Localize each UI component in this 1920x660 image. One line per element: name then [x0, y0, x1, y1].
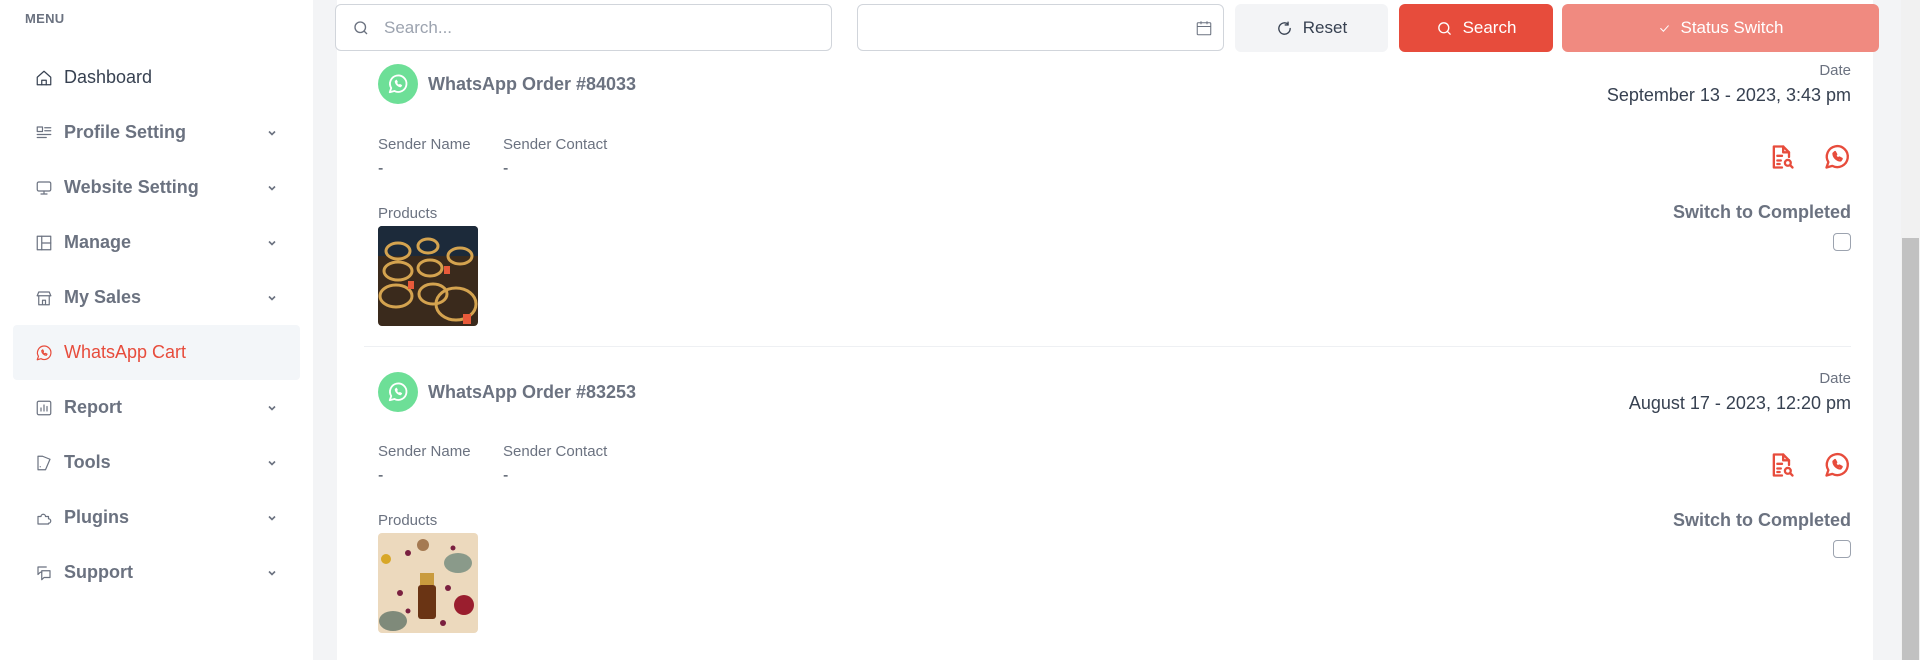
order-date: September 13 - 2023, 3:43 pm [1606, 85, 1851, 105]
sidebar-item-profile-setting[interactable]: Profile Setting [13, 105, 300, 160]
search-field[interactable] [335, 4, 832, 51]
search-input[interactable] [384, 17, 804, 38]
chevron-down-icon [266, 182, 278, 194]
view-invoice-icon[interactable] [1768, 143, 1796, 171]
orders-card: WhatsApp Order #84033 Sender Name - Send… [337, 0, 1873, 660]
sidebar-item-label: Support [64, 562, 133, 582]
chevron-down-icon [266, 512, 278, 524]
chevron-down-icon [266, 457, 278, 469]
order-date: August 17 - 2023, 12:20 pm [1628, 393, 1851, 413]
date-label: Date [1819, 62, 1851, 79]
puzzle-icon [35, 509, 53, 527]
home-icon [35, 69, 53, 87]
order-title: WhatsApp Order #83253 [428, 382, 637, 402]
search-icon [1437, 21, 1451, 35]
sidebar-item-label: Plugins [64, 507, 130, 527]
layout-icon [35, 234, 53, 252]
filter-toolbar: Reset Search Status Switch [0, 0, 1900, 60]
status-switch-button[interactable]: Status Switch [1562, 4, 1879, 52]
sidebar-item-label: Manage [64, 232, 132, 252]
sender-contact-value: - [503, 467, 509, 484]
sidebar-item-label: Dashboard [64, 67, 153, 87]
date-label: Date [1819, 370, 1851, 387]
profile-list-icon [35, 124, 53, 142]
chevron-down-icon [266, 237, 278, 249]
order-item: WhatsApp Order #83253 Sender Name - Send… [337, 347, 1851, 660]
products-label: Products [378, 512, 438, 529]
sidebar-item-label: My Sales [64, 287, 142, 307]
date-range-input[interactable] [857, 4, 1224, 51]
refresh-icon [1277, 20, 1291, 35]
sidebar-item-tools[interactable]: Tools [13, 435, 300, 490]
switch-completed-label: Switch to Completed [1672, 202, 1851, 222]
sidebar-item-whatsapp-cart[interactable]: WhatsApp Cart [13, 325, 300, 380]
chevron-down-icon [266, 567, 278, 579]
order-title: WhatsApp Order #84033 [428, 74, 637, 94]
store-icon [35, 289, 53, 307]
tools-icon [35, 454, 53, 472]
sidebar-item-manage[interactable]: Manage [13, 215, 300, 270]
view-invoice-icon[interactable] [1768, 451, 1796, 479]
sidebar-item-label: Profile Setting [64, 122, 187, 142]
monitor-icon [35, 179, 53, 197]
sidebar-item-website-setting[interactable]: Website Setting [13, 160, 300, 215]
sidebar-item-label: Report [64, 397, 122, 417]
status-switch-label: Status Switch [1680, 18, 1784, 37]
sender-contact-label: Sender Contact [503, 136, 608, 153]
search-button[interactable]: Search [1399, 4, 1553, 52]
sidebar-item-plugins[interactable]: Plugins [13, 490, 300, 545]
reset-button[interactable]: Reset [1235, 4, 1388, 52]
chevron-down-icon [266, 292, 278, 304]
sender-name-value: - [378, 160, 384, 177]
sidebar-item-label: Tools [64, 452, 111, 472]
sender-name-value: - [378, 467, 384, 484]
chevron-down-icon [266, 402, 278, 414]
chart-icon [35, 399, 53, 417]
search-icon [354, 20, 368, 34]
reset-button-label: Reset [1302, 18, 1348, 37]
whatsapp-chat-icon[interactable] [1823, 451, 1851, 479]
sidebar-item-my-sales[interactable]: My Sales [13, 270, 300, 325]
product-thumbnail[interactable] [378, 226, 478, 326]
calendar-icon[interactable] [1195, 19, 1213, 37]
sidebar-nav: Dashboard Profile Setting Website Settin… [13, 50, 300, 600]
sidebar: MENU Dashboard Profile Setting Website S… [0, 0, 313, 660]
products-label: Products [378, 205, 438, 222]
whatsapp-chat-icon[interactable] [1823, 143, 1851, 171]
search-button-label: Search [1462, 18, 1517, 37]
whatsapp-badge-icon [378, 372, 418, 412]
product-thumbnail[interactable] [378, 533, 478, 633]
scrollbar-thumb[interactable] [1902, 238, 1919, 660]
sidebar-item-report[interactable]: Report [13, 380, 300, 435]
completed-checkbox[interactable] [1833, 233, 1851, 251]
chat-icon [35, 564, 53, 582]
sender-name-label: Sender Name [378, 136, 471, 153]
check-icon [1659, 24, 1669, 32]
switch-completed-label: Switch to Completed [1672, 510, 1851, 530]
whatsapp-badge-icon [378, 64, 418, 104]
completed-checkbox[interactable] [1833, 540, 1851, 558]
sender-name-label: Sender Name [378, 443, 471, 460]
sidebar-item-label: WhatsApp Cart [64, 342, 187, 362]
sidebar-item-support[interactable]: Support [13, 545, 300, 600]
chevron-down-icon [266, 127, 278, 139]
sidebar-item-label: Website Setting [64, 177, 199, 197]
whatsapp-icon [35, 344, 53, 362]
sender-contact-label: Sender Contact [503, 443, 608, 460]
sender-contact-value: - [503, 160, 509, 177]
